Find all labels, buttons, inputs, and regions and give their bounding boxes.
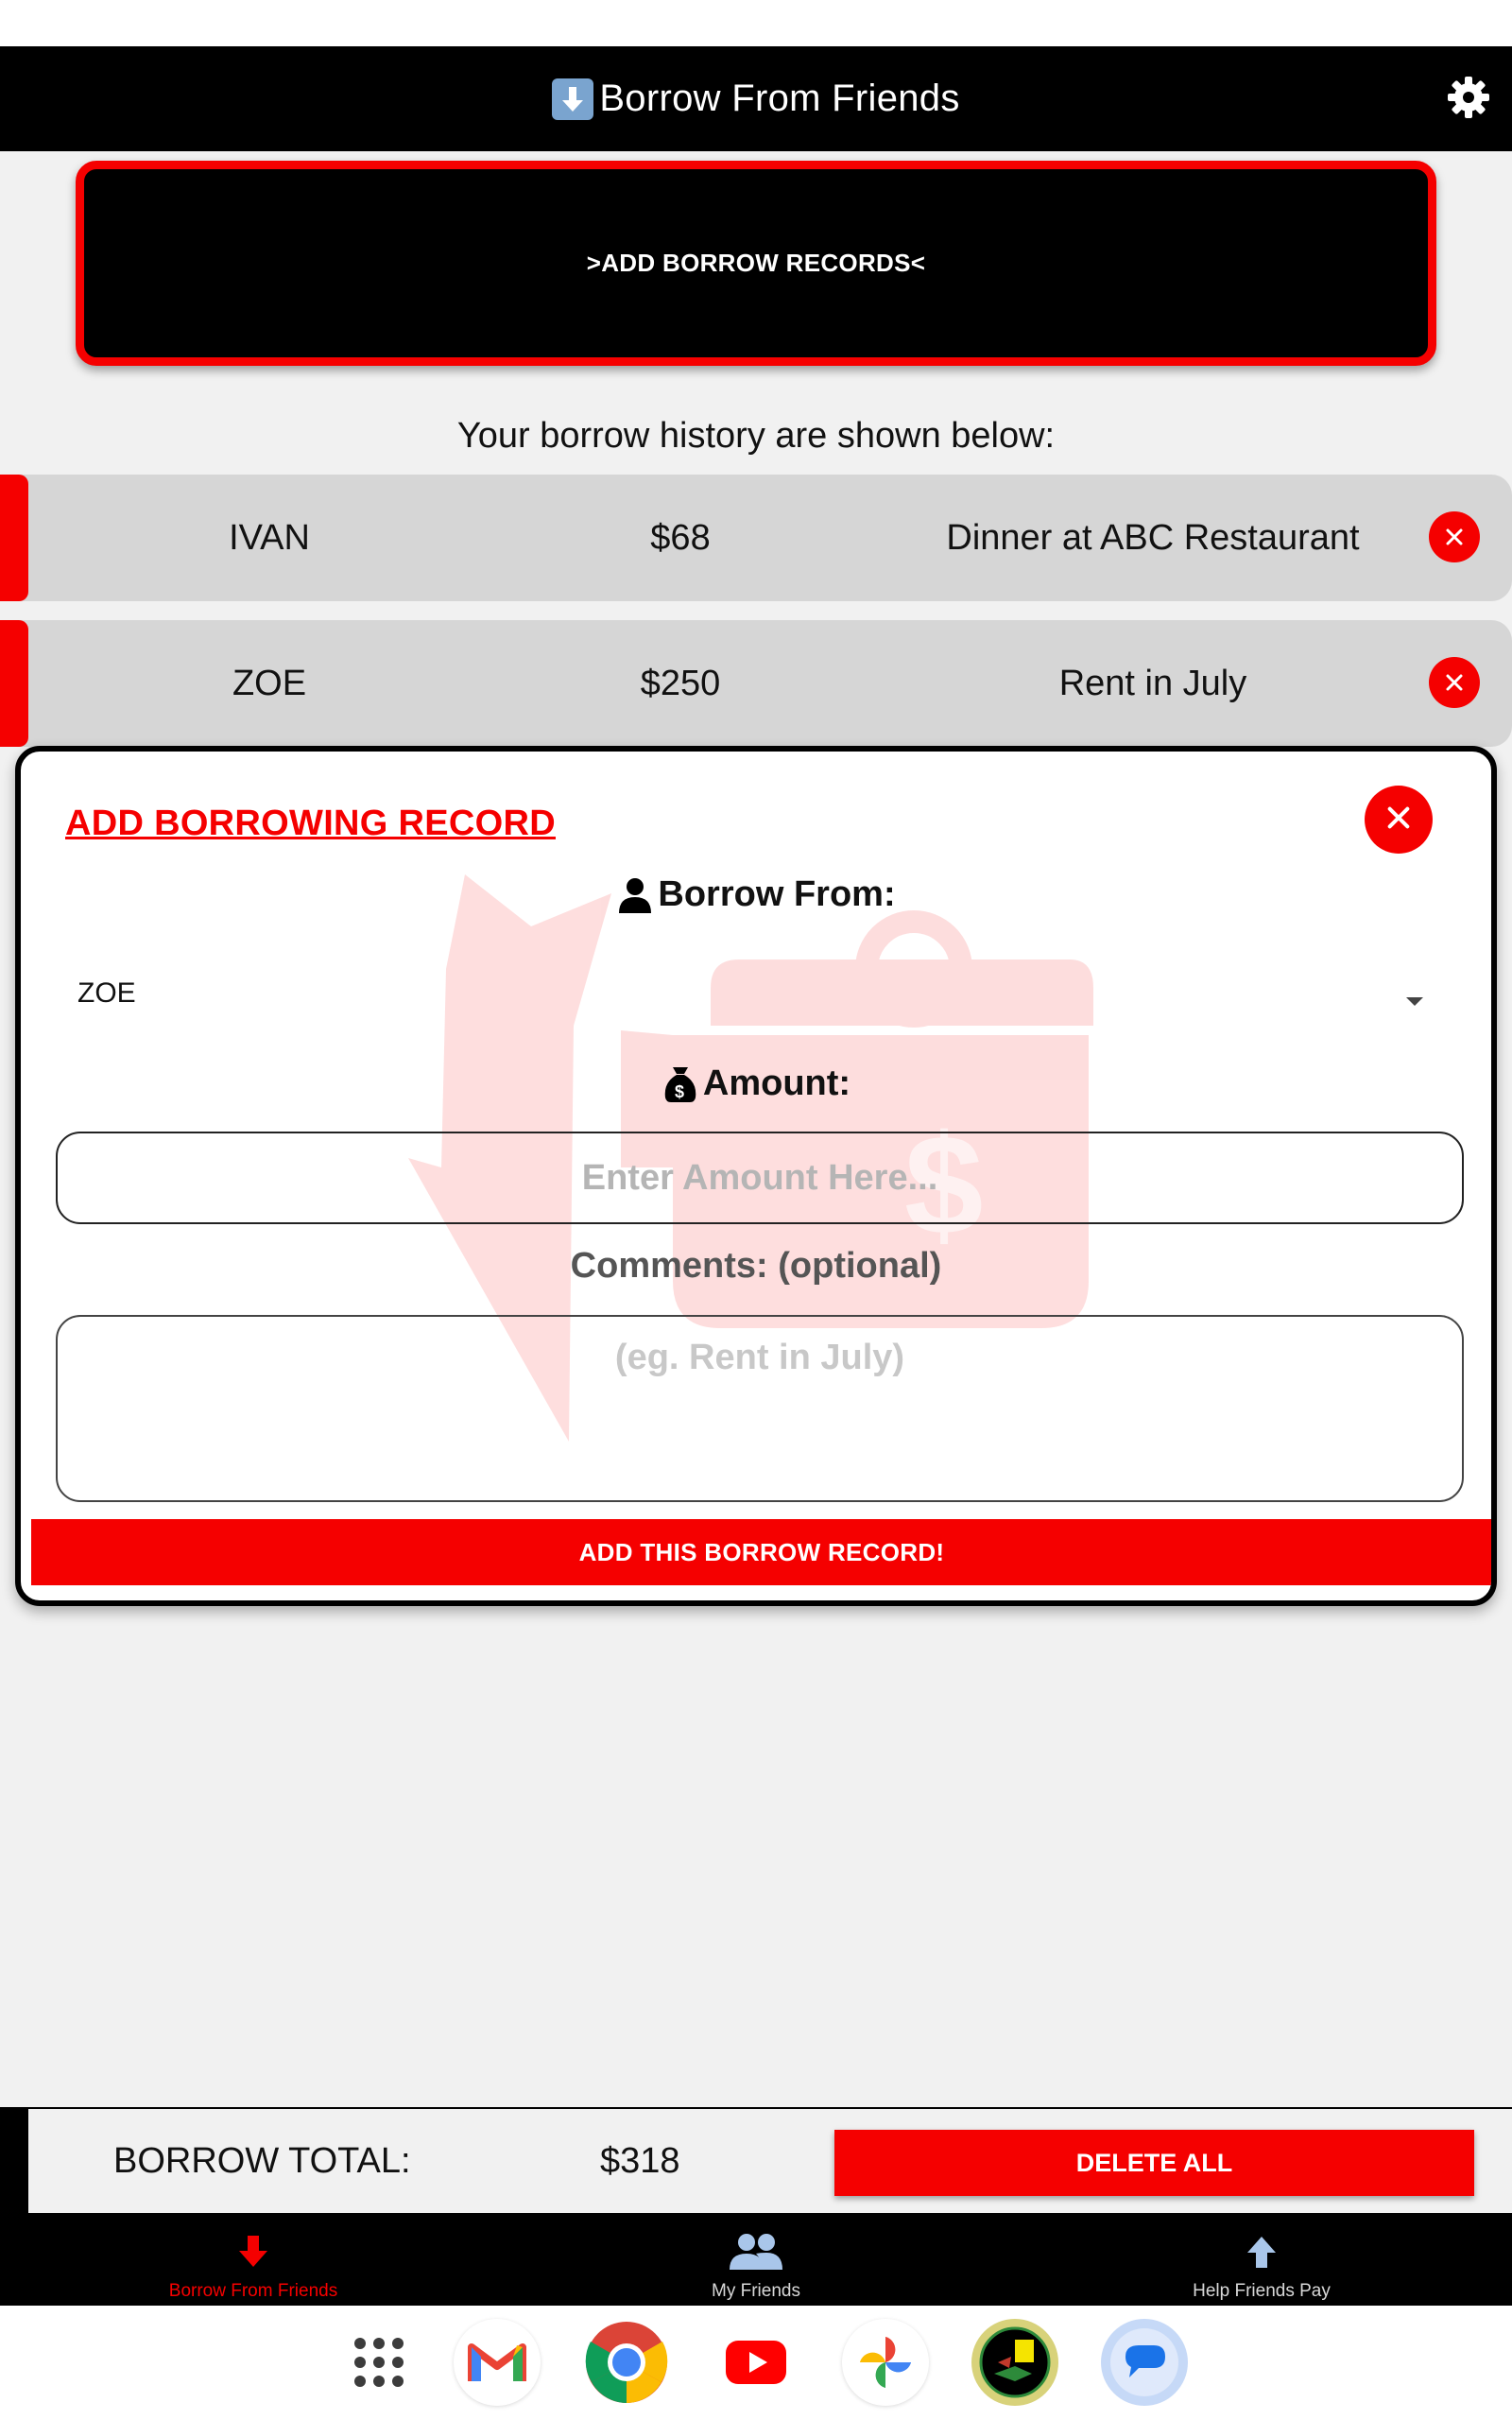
borrow-total-label: BORROW TOTAL: xyxy=(113,2140,411,2181)
nav-help-friends-pay[interactable]: Help Friends Pay xyxy=(1120,2213,1403,2306)
comments-input[interactable]: (eg. Rent in July) xyxy=(56,1315,1464,1502)
record-comment: Rent in July xyxy=(1058,663,1247,703)
up-arrow-icon xyxy=(1246,2228,1278,2275)
record-name: ZOE xyxy=(232,663,307,703)
photos-icon[interactable] xyxy=(842,2319,929,2406)
row-accent-bar xyxy=(0,620,28,747)
gmail-icon[interactable] xyxy=(454,2319,541,2406)
nav-label: Help Friends Pay xyxy=(1193,2281,1331,2301)
comments-placeholder: (eg. Rent in July) xyxy=(614,1338,905,1377)
history-caption: Your borrow history are shown below: xyxy=(456,416,1056,456)
app-dock xyxy=(0,2306,1512,2420)
page-title-text: Borrow From Friends xyxy=(599,78,960,119)
borrow-record-row: ZOE $250 Rent in July xyxy=(0,620,1512,747)
nav-borrow-from-friends[interactable]: Borrow From Friends xyxy=(112,2213,395,2306)
nav-label: Borrow From Friends xyxy=(168,2281,338,2301)
amount-input[interactable]: Enter Amount Here... xyxy=(56,1132,1464,1224)
page-title: Borrow From Friends xyxy=(552,78,959,120)
delete-all-button[interactable]: DELETE ALL xyxy=(834,2130,1474,2196)
amount-label: $ Amount: xyxy=(21,1063,1491,1104)
close-icon xyxy=(1443,517,1466,558)
delete-record-button[interactable] xyxy=(1429,657,1480,708)
nav-my-friends[interactable]: My Friends xyxy=(614,2213,898,2306)
borrow-record-row: IVAN $68 Dinner at ABC Restaurant xyxy=(0,475,1512,601)
borrow-from-value: ZOE xyxy=(77,977,136,1009)
chevron-down-icon xyxy=(1404,984,1425,1016)
settings-button[interactable] xyxy=(1444,75,1493,124)
dialog-close-button[interactable] xyxy=(1365,786,1433,854)
messages-icon[interactable] xyxy=(1101,2319,1188,2406)
add-borrow-record-button[interactable]: ADD THIS BORROW RECORD! xyxy=(31,1519,1491,1585)
amount-placeholder: Enter Amount Here... xyxy=(581,1157,938,1198)
borrow-total-amount: $318 xyxy=(600,2140,680,2181)
borrow-from-label: Borrow From: xyxy=(21,874,1491,915)
chrome-icon[interactable] xyxy=(583,2319,670,2406)
bottom-nav: Borrow From Friends My Friends Help Frie… xyxy=(0,2213,1512,2306)
dialog-title: ADD BORROWING RECORD xyxy=(65,804,556,843)
close-icon xyxy=(1383,803,1414,838)
record-amount: $68 xyxy=(650,517,711,558)
app-drawer-icon[interactable] xyxy=(335,2319,422,2406)
youtube-icon[interactable] xyxy=(713,2319,799,2406)
close-icon xyxy=(1443,663,1466,703)
borrow-from-select[interactable]: ZOE xyxy=(77,967,1457,1020)
row-accent-bar xyxy=(0,475,28,601)
users-icon xyxy=(728,2228,784,2275)
record-comment: Dinner at ABC Restaurant xyxy=(946,517,1360,558)
money-bag-icon: $ xyxy=(662,1065,699,1103)
borrow-total-bar: BORROW TOTAL: $318 DELETE ALL xyxy=(0,2107,1512,2213)
app-header: Borrow From Friends xyxy=(0,46,1512,151)
down-arrow-emoji-icon xyxy=(552,78,594,120)
total-accent-bar xyxy=(0,2109,28,2213)
delete-record-button[interactable] xyxy=(1429,511,1480,562)
app-icon[interactable] xyxy=(971,2319,1058,2406)
down-arrow-icon xyxy=(237,2228,269,2275)
record-amount: $250 xyxy=(640,663,721,703)
status-bar xyxy=(0,0,1512,46)
add-borrow-records-button[interactable]: >ADD BORROW RECORDS< xyxy=(76,161,1436,366)
amount-label-text: Amount: xyxy=(702,1063,851,1103)
svg-text:$: $ xyxy=(675,1082,684,1101)
gear-icon xyxy=(1446,75,1491,125)
user-icon xyxy=(616,876,654,914)
nav-label: My Friends xyxy=(712,2281,800,2301)
comments-label: Comments: (optional) xyxy=(570,1246,942,1286)
record-name: IVAN xyxy=(229,517,310,558)
borrow-from-label-text: Borrow From: xyxy=(658,874,896,914)
add-borrowing-record-dialog: $ ADD BORROWING RECORD Borrow From: ZOE … xyxy=(15,746,1497,1606)
